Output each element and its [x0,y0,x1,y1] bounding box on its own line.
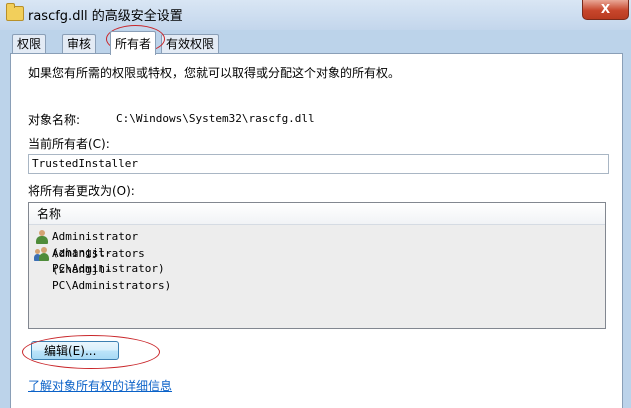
tab-auditing[interactable]: 审核 [62,34,97,54]
description-text: 如果您有所需的权限或特权，您就可以取得或分配这个对象的所有权。 [28,66,401,80]
close-button[interactable]: X [582,0,629,20]
object-name-value: C:\Windows\System32\rascfg.dll [116,112,315,125]
owner-candidates-list[interactable]: 名称 Administrator (zhangjl-PC\Administrat… [28,202,606,329]
object-name-label: 对象名称: [28,113,81,127]
window-title: rascfg.dll 的高级安全设置 [28,9,183,24]
change-owner-label: 将所有者更改为(O): [28,184,135,198]
learn-more-link[interactable]: 了解对象所有权的详细信息 [28,377,172,394]
list-item-label: Administrators (zhangjl-PC\Administrator… [52,247,172,292]
list-column-header-name[interactable]: 名称 [29,203,605,225]
edit-button[interactable]: 编辑(E)... [31,341,119,360]
tab-owner[interactable]: 所有者 [110,31,157,55]
tab-permissions[interactable]: 权限 [12,34,47,54]
users-group-icon [34,247,49,262]
current-owner-label: 当前所有者(C): [28,137,110,151]
current-owner-field: TrustedInstaller [28,154,609,174]
tab-effective-permissions[interactable]: 有效权限 [161,34,220,54]
title-bar: rascfg.dll 的高级安全设置 X [0,0,631,30]
folder-icon [6,3,24,21]
user-icon [35,230,49,245]
